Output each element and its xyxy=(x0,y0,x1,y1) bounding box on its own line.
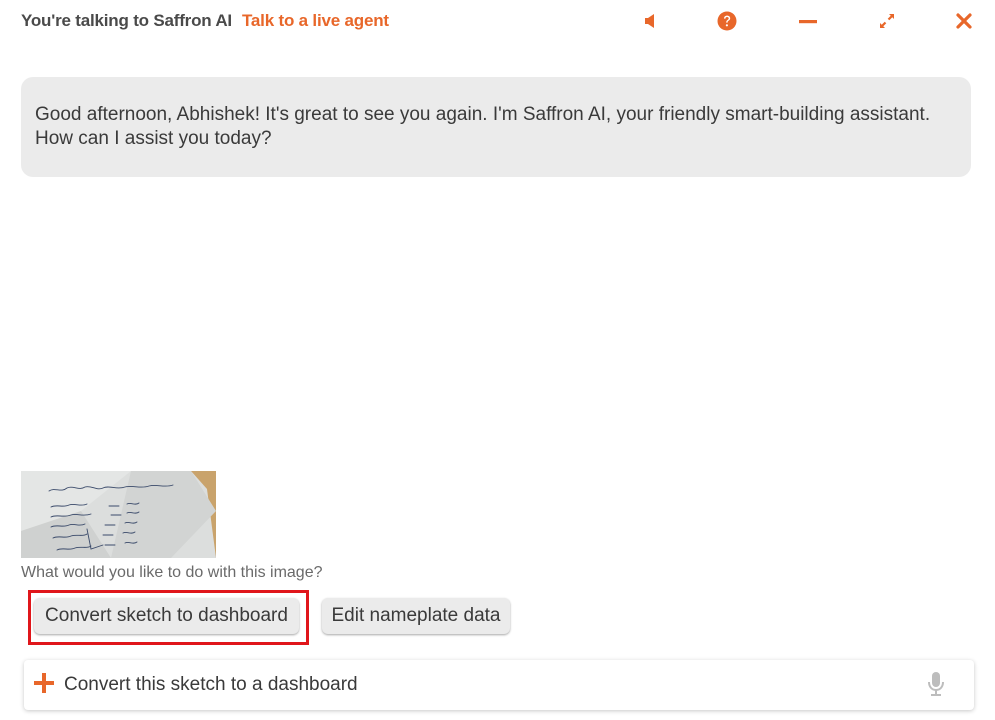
expand-icon[interactable] xyxy=(876,10,898,32)
speaker-icon[interactable] xyxy=(639,10,661,32)
plus-icon[interactable] xyxy=(32,671,56,695)
edit-nameplate-button[interactable]: Edit nameplate data xyxy=(322,598,510,634)
convert-sketch-button[interactable]: Convert sketch to dashboard xyxy=(34,598,299,634)
header-title: You're talking to Saffron AI xyxy=(21,11,232,30)
chat-header: You're talking to Saffron AI Talk to a l… xyxy=(0,0,995,44)
image-caption: What would you like to do with this imag… xyxy=(21,564,323,581)
assistant-message-bubble: Good afternoon, Abhishek! It's great to … xyxy=(21,77,971,177)
live-agent-link[interactable]: Talk to a live agent xyxy=(242,11,389,31)
handwritten-sketch-thumbnail-icon[interactable] xyxy=(21,471,216,558)
help-icon[interactable] xyxy=(716,10,738,32)
close-icon[interactable] xyxy=(953,10,975,32)
chat-window: You're talking to Saffron AI Talk to a l… xyxy=(0,0,995,720)
chat-composer xyxy=(24,660,974,710)
chat-input[interactable] xyxy=(64,669,904,701)
microphone-icon[interactable] xyxy=(926,671,946,697)
minimize-icon[interactable] xyxy=(797,10,819,32)
